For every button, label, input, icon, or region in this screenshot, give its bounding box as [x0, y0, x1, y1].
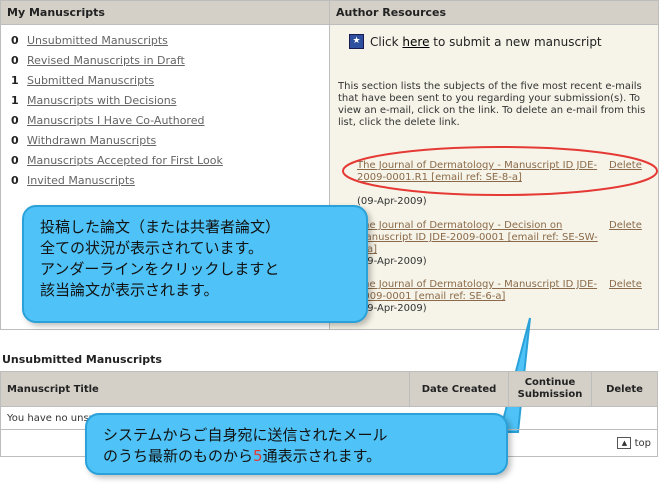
- callout-number: 5: [253, 447, 263, 465]
- callout-text: のうち最新のものから: [103, 447, 254, 465]
- callout-line: 全ての状況が表示されています。: [40, 239, 264, 257]
- callout-line: 該当論文が表示されます。: [40, 281, 219, 299]
- callout-line: アンダーラインをクリックしますと: [40, 260, 280, 278]
- column-header: Manuscript Title: [0, 371, 410, 407]
- callout-line: のうち最新のものから5通表示されます。: [103, 446, 490, 467]
- table-header-row: Manuscript Title Date Created Continue S…: [0, 371, 658, 407]
- top-label: top: [634, 438, 651, 449]
- column-header: Continue Submission: [508, 371, 592, 407]
- unsubmitted-section-title: Unsubmitted Manuscripts: [2, 353, 162, 366]
- column-header: Delete: [591, 371, 658, 407]
- top-link[interactable]: ▲ top: [617, 437, 651, 449]
- highlight-ellipse: [342, 146, 658, 196]
- callout-text: 通表示されます。: [262, 447, 382, 465]
- left-callout: 投稿した論文（または共著者論文） 全ての状況が表示されています。 アンダーライン…: [22, 205, 368, 323]
- callout-line: システムからご自身宛に送信されたメール: [103, 426, 388, 444]
- callout-line: 投稿した論文（または共著者論文）: [40, 218, 281, 236]
- arrow-up-icon: ▲: [617, 437, 632, 449]
- column-header: Date Created: [409, 371, 509, 407]
- bottom-callout: システムからご自身宛に送信されたメール のうち最新のものから5通表示されます。: [85, 413, 508, 475]
